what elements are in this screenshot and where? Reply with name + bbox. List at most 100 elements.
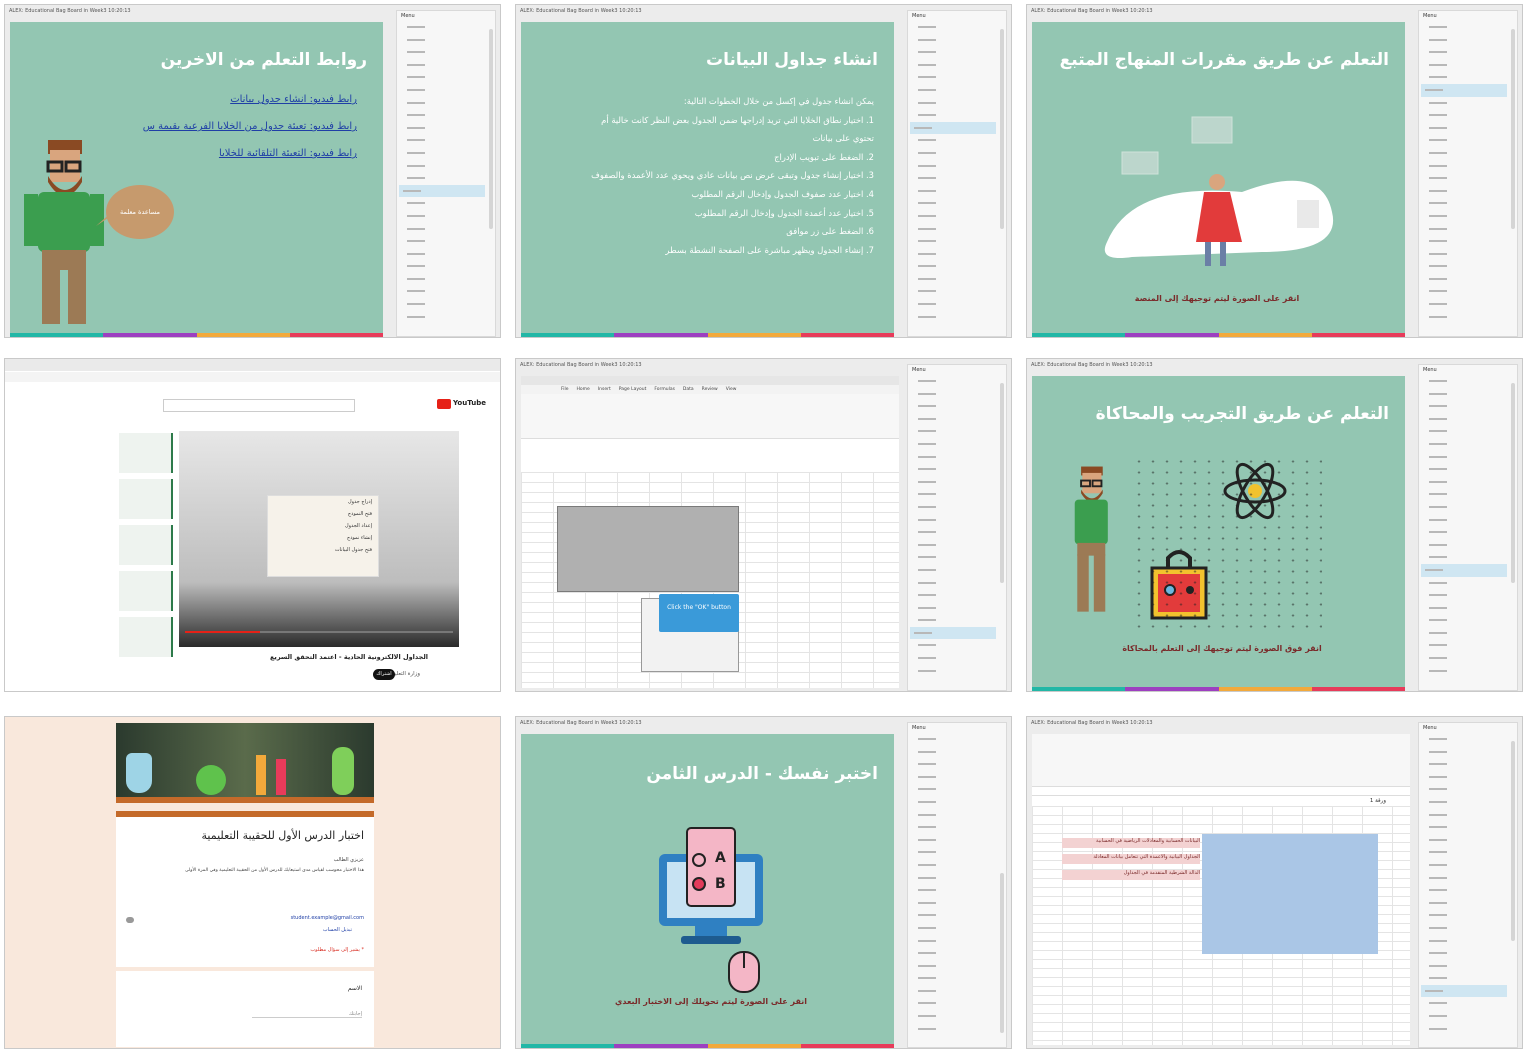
menu-item-selected[interactable] (1421, 563, 1507, 577)
menu-item-selected[interactable] (910, 121, 996, 135)
step-5: 5. اختيار عدد أعمدة الجدول وإدخال الرقم … (694, 207, 874, 218)
ribbon (1032, 734, 1410, 787)
ribbon (521, 394, 899, 439)
progress-bar[interactable] (185, 631, 453, 633)
menu-scrollbar[interactable] (1511, 741, 1515, 941)
form-card: اختبار الدرس الأول للحقيبة التعليمية عزي… (116, 811, 374, 967)
video-link-1[interactable]: رابط فيديو: انشاء جدول بيانات (230, 94, 357, 105)
menu-scrollbar[interactable] (1511, 29, 1515, 229)
excel-window: File Home Insert Page Layout Formulas Data Rev… (521, 376, 899, 688)
sheet-row-1: البيانات الحسابية والمعادلات الرياضية في… (1062, 838, 1200, 848)
form-title: اختبار الدرس الأول للحقيبة التعليمية (201, 829, 364, 842)
form-header-image (116, 723, 374, 803)
woman-walking-illustration[interactable] (1092, 102, 1352, 272)
channel-name[interactable]: وزارة التعليم (391, 671, 420, 677)
option-b: B (715, 876, 726, 892)
bubble-text: مساعدة معلمة (119, 208, 161, 216)
menu-header: Menu (912, 725, 926, 731)
slide-tile-self-test[interactable]: ALEX: Educational Bag Board in Week3 10:… (515, 716, 1012, 1049)
youtube-logo[interactable] (437, 399, 451, 409)
step-6: 6. الضغط على زر موافق (786, 226, 874, 237)
slide-tile-create-tables[interactable]: ALEX: Educational Bag Board in Week3 10:… (515, 4, 1012, 338)
sheet-label: ورقة 1 (1369, 798, 1386, 804)
slide-title: اختبر نفسك - الدرس الثامن (646, 764, 878, 784)
confetti-decoration (1132, 456, 1322, 636)
slide-tile-spreadsheet[interactable]: ALEX: Educational Bag Board in Week3 10:… (1026, 716, 1523, 1049)
formula-bar[interactable] (1032, 787, 1410, 796)
menu-header: Menu (401, 13, 415, 19)
color-stripe (1032, 333, 1405, 337)
slide-canvas: انشاء جداول البيانات يمكن انشاء جدول في … (521, 22, 894, 334)
subscribe-button[interactable]: اشتراك (373, 669, 395, 680)
bookmarks-bar (5, 372, 500, 382)
menu-scrollbar[interactable] (1511, 383, 1515, 583)
video-player[interactable]: إدراج جدول فتح النموذج إعداد الجدول إنشا… (179, 431, 459, 647)
step-2: 2. الضغط على تبويب الإدراج (774, 151, 874, 162)
form-greeting: عزيزي الطالب (333, 857, 364, 863)
slide-canvas: التعلم عن طريق مقررات المنهاج المتبع انق… (1032, 22, 1405, 334)
slide-canvas: اختبر نفسك - الدرس الثامن A B انقر على ا… (521, 734, 894, 1045)
window-title: ALEX: Educational Bag Board in Week3 10:… (520, 8, 642, 14)
slide-tile-excel-demo[interactable]: ALEX: Educational Bag Board in Week3 10:… (515, 358, 1012, 692)
menu-scrollbar[interactable] (1000, 383, 1004, 583)
teacher-character-icon (1074, 466, 1108, 612)
menu-item-selected[interactable] (1421, 984, 1507, 998)
menu-item-selected[interactable] (399, 184, 485, 198)
steps-intro: يمكن انشاء جدول في إكسل من خلال الخطوات … (683, 96, 874, 106)
menu-scrollbar[interactable] (1000, 873, 1004, 1033)
video-link-2[interactable]: رابط فيديو: تعبئة جدول من الخلايا الفرعي… (143, 121, 357, 132)
search-input[interactable] (163, 399, 355, 412)
highlight-block (1202, 834, 1378, 954)
color-stripe (10, 333, 383, 337)
slide-caption[interactable]: انقر على الصورة ليتم توجيهك إلى المنصة (1112, 294, 1322, 303)
slide-title: التعلم عن طريق مقررات المنهاج المتبع (1059, 50, 1389, 70)
menu-scrollbar[interactable] (489, 29, 493, 229)
slide-canvas: روابط التعلم من الاخرين رابط فيديو: انشا… (10, 22, 383, 334)
navigation-menu[interactable]: Menu (1418, 722, 1518, 1048)
form-description: هذا الاختبار محوسب لقياس مدى استيعابك لل… (185, 868, 364, 873)
slide-tile-learning-links[interactable]: ALEX: Educational Bag Board in Week3 10:… (4, 4, 501, 338)
selected-range[interactable] (557, 506, 739, 592)
slide-caption[interactable]: انقر فوق الصورة ليتم توجيهك إلى التعلم ب… (1112, 644, 1332, 653)
menu-header: Menu (1423, 725, 1437, 731)
slide-title: انشاء جداول البيانات (706, 50, 878, 70)
menu-item-selected[interactable] (1421, 83, 1507, 97)
navigation-menu[interactable]: Menu (396, 10, 496, 337)
question-label: الاسم (347, 985, 362, 992)
navigation-menu[interactable]: Menu (1418, 364, 1518, 691)
slide-caption[interactable]: انقر على الصورة ليتم تحويلك إلى الاختبار… (611, 996, 811, 1008)
color-stripe (1032, 687, 1405, 691)
browser-tile-youtube[interactable]: YouTube إدراج جدول فتح النموذج إعداد الج… (4, 358, 501, 692)
video-link-3[interactable]: رابط فيديو: التعبئة التلقائية للخلايا (219, 148, 357, 159)
required-note: * يشير إلى سؤال مطلوب (310, 947, 364, 953)
navigation-menu[interactable]: Menu (1418, 10, 1518, 337)
excel-titlebar (521, 376, 899, 385)
window-title: ALEX: Educational Bag Board in Week3 10:… (1031, 720, 1153, 726)
video-popup-menu: إدراج جدول فتح النموذج إعداد الجدول إنشا… (267, 495, 379, 577)
excel-window: ورقة 1 البيانات الحسابية والمعادلات الري… (1032, 734, 1410, 1045)
form-tile-quiz[interactable]: اختبار الدرس الأول للحقيبة التعليمية عزي… (4, 716, 501, 1049)
menu-header: Menu (912, 13, 926, 19)
switch-account-link[interactable]: تبديل الحساب (323, 927, 352, 933)
navigation-menu[interactable]: Menu (907, 722, 1007, 1048)
account-email: student.example@gmail.com (290, 915, 364, 921)
answer-input[interactable]: إجابتك (252, 1011, 362, 1018)
slide-tile-simulation[interactable]: ALEX: Educational Bag Board in Week3 10:… (1026, 358, 1523, 692)
window-title: ALEX: Educational Bag Board in Week3 10:… (520, 720, 642, 726)
slide-title: روابط التعلم من الاخرين (160, 50, 367, 70)
menu-item-selected[interactable] (910, 626, 996, 640)
youtube-label: YouTube (453, 399, 486, 407)
slide-canvas: التعلم عن طريق التجريب والمحاكاة انقر فو… (1032, 376, 1405, 688)
menu-header: Menu (912, 367, 926, 373)
slide-tile-curriculum[interactable]: ALEX: Educational Bag Board in Week3 10:… (1026, 4, 1523, 338)
menu-scrollbar[interactable] (1000, 29, 1004, 229)
navigation-menu[interactable]: Menu (907, 364, 1007, 691)
sheet-row-3: الدالة الشرطية المتقدمة في الجداول (1062, 870, 1200, 880)
ribbon-tabs: File Home Insert Page Layout Formulas Data Rev… (521, 385, 899, 394)
steps-list: يمكن انشاء جدول في إكسل من خلال الخطوات … (544, 92, 874, 259)
related-videos-list (45, 433, 173, 683)
step-3: 3. اختيار إنشاء جدول وتبقى عرض نص بيانات… (591, 170, 874, 181)
window-title: ALEX: Educational Bag Board in Week3 10:… (1031, 8, 1153, 14)
color-stripe (521, 1044, 894, 1048)
navigation-menu[interactable]: Menu (907, 10, 1007, 337)
